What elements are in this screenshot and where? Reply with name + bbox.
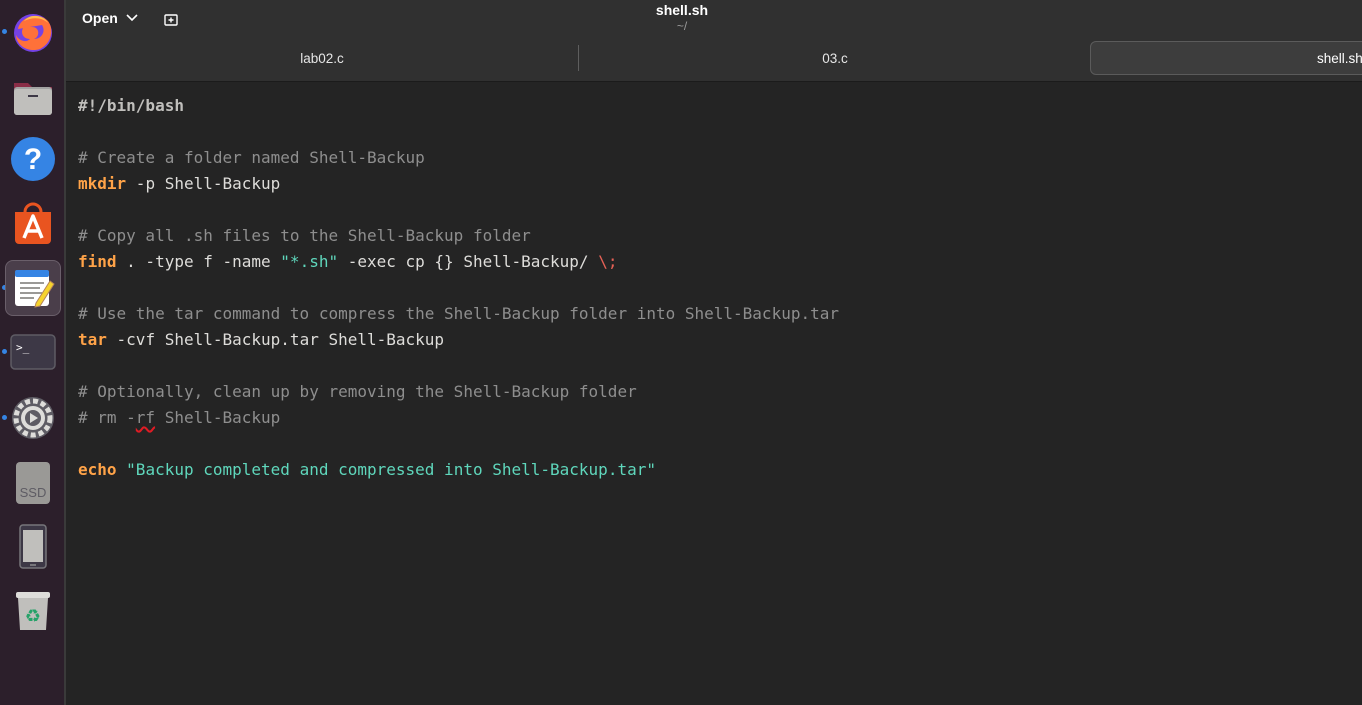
trash-icon[interactable]: ♻ xyxy=(5,582,61,638)
code-line: # Use the tar command to compress the Sh… xyxy=(78,301,1362,327)
svg-text:?: ? xyxy=(24,143,42,176)
string-literal: "*.sh" xyxy=(280,252,339,271)
comment-text: # Copy all .sh files to the Shell-Backup… xyxy=(78,226,531,245)
firefox-icon[interactable] xyxy=(5,4,61,60)
tab-bar: lab02.c 03.c shell.sh xyxy=(66,41,1362,75)
removable-device-icon[interactable] xyxy=(5,518,61,574)
code-line: mkdir -p Shell-Backup xyxy=(78,171,1362,197)
code-line: # rm -rf Shell-Backup xyxy=(78,405,1362,431)
code-line: tar -cvf Shell-Backup.tar Shell-Backup xyxy=(78,327,1362,353)
tab-label: shell.sh xyxy=(1317,50,1362,66)
dock: ? >_ SSD ♻ xyxy=(0,0,66,705)
comment-text: # rm - xyxy=(78,408,136,427)
tab-lab02-c[interactable]: lab02.c xyxy=(66,41,578,75)
comment-text: # Use the tar command to compress the Sh… xyxy=(78,304,839,323)
help-icon[interactable]: ? xyxy=(5,131,61,187)
tab-03-c[interactable]: 03.c xyxy=(579,41,1091,75)
text-editor-icon[interactable] xyxy=(5,260,61,316)
ssd-drive-icon[interactable]: SSD xyxy=(5,454,61,510)
code-line: # Create a folder named Shell-Backup xyxy=(78,145,1362,171)
window-title: shell.sh xyxy=(655,2,709,18)
header-bar: Open shell.sh ~/ lab02.c 03.c shell.sh xyxy=(66,0,1362,82)
ssd-label: SSD xyxy=(20,485,47,500)
comment-text: # Optionally, clean up by removing the S… xyxy=(78,382,637,401)
code-line: # Optionally, clean up by removing the S… xyxy=(78,379,1362,405)
terminal-icon[interactable]: >_ xyxy=(5,323,61,379)
window-subtitle: ~/ xyxy=(676,19,688,33)
shebang-text: #!/bin/bash xyxy=(78,96,184,115)
code-line: # Copy all .sh files to the Shell-Backup… xyxy=(78,223,1362,249)
files-icon[interactable] xyxy=(5,68,61,124)
settings-icon[interactable] xyxy=(5,390,61,446)
spellcheck-error: rf xyxy=(135,408,156,427)
code-line: #!/bin/bash xyxy=(78,93,1362,119)
keyword-text: tar xyxy=(78,330,107,349)
tab-label: lab02.c xyxy=(300,50,344,66)
tab-shell-sh[interactable]: shell.sh xyxy=(1090,41,1362,75)
svg-text:>_: >_ xyxy=(16,341,30,354)
window-title-area: shell.sh ~/ xyxy=(66,0,1362,33)
keyword-text: mkdir xyxy=(78,174,127,193)
keyword-text: echo xyxy=(78,460,117,479)
code-line: find . -type f -name "*.sh" -exec cp {} … xyxy=(78,249,1362,275)
code-text: -p Shell-Backup xyxy=(126,174,281,193)
comment-text: # Create a folder named Shell-Backup xyxy=(78,148,425,167)
app-center-icon[interactable] xyxy=(5,195,61,251)
escape-sequence: \; xyxy=(598,252,618,271)
string-literal: "Backup completed and compressed into Sh… xyxy=(126,460,656,479)
code-line: echo "Backup completed and compressed in… xyxy=(78,457,1362,483)
keyword-text: find xyxy=(78,252,117,271)
svg-text:♻: ♻ xyxy=(25,606,41,627)
code-text: -cvf Shell-Backup.tar Shell-Backup xyxy=(106,330,445,349)
code-text: . -type f -name xyxy=(116,252,281,271)
text-editor-area[interactable]: #!/bin/bash # Create a folder named Shell… xyxy=(66,83,1362,705)
comment-text: Shell-Backup xyxy=(155,408,281,427)
tab-label: 03.c xyxy=(822,50,848,66)
code-text: -exec cp {} Shell-Backup/ xyxy=(338,252,599,271)
